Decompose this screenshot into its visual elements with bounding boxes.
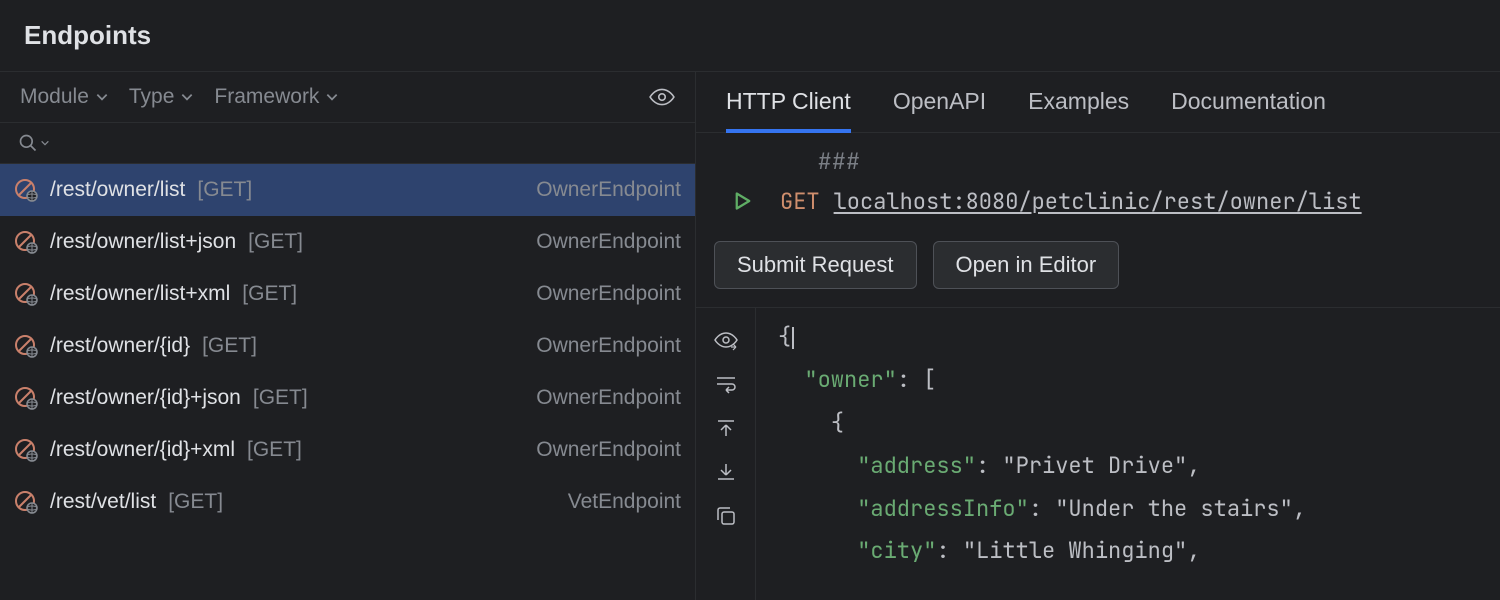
- detail-panel: HTTP ClientOpenAPIExamplesDocumentation …: [696, 72, 1500, 600]
- endpoint-row[interactable]: /rest/owner/list+xml [GET] OwnerEndpoint: [0, 268, 695, 320]
- titlebar: Endpoints: [0, 0, 1500, 72]
- submit-request-button[interactable]: Submit Request: [714, 241, 917, 289]
- eye-icon: [649, 84, 675, 110]
- tab-documentation[interactable]: Documentation: [1171, 88, 1326, 132]
- open-in-editor-button[interactable]: Open in Editor: [933, 241, 1120, 289]
- endpoint-icon: [14, 282, 38, 306]
- response-area: { "owner": [ { "address": "Privet Drive"…: [696, 307, 1500, 600]
- search-bar[interactable]: [0, 123, 695, 164]
- endpoint-icon: [14, 178, 38, 202]
- request-line[interactable]: GET localhost:8080/petclinic/rest/owner/…: [696, 181, 1500, 221]
- endpoint-row[interactable]: /rest/owner/list [GET] OwnerEndpoint: [0, 164, 695, 216]
- endpoint-method: [GET]: [253, 386, 308, 410]
- endpoint-method: [GET]: [168, 490, 223, 514]
- endpoint-icon: [14, 230, 38, 254]
- chevron-down-icon: [325, 90, 339, 104]
- endpoint-path: /rest/owner/{id}+json: [50, 386, 241, 410]
- endpoint-path: /rest/vet/list: [50, 490, 156, 514]
- endpoint-handler: OwnerEndpoint: [536, 282, 681, 306]
- endpoint-handler: OwnerEndpoint: [536, 230, 681, 254]
- copy-button[interactable]: [714, 504, 738, 528]
- soft-wrap-button[interactable]: [714, 372, 738, 396]
- chevron-down-icon: [180, 90, 194, 104]
- endpoint-handler: OwnerEndpoint: [536, 438, 681, 462]
- endpoint-row[interactable]: /rest/vet/list [GET] VetEndpoint: [0, 476, 695, 528]
- wrap-icon: [714, 372, 738, 396]
- response-body[interactable]: { "owner": [ { "address": "Privet Drive"…: [756, 308, 1500, 600]
- filter-module[interactable]: Module: [20, 85, 109, 109]
- endpoint-row[interactable]: /rest/owner/{id}+json [GET] OwnerEndpoin…: [0, 372, 695, 424]
- filter-framework[interactable]: Framework: [214, 85, 339, 109]
- view-options-button[interactable]: [649, 84, 675, 110]
- endpoint-method: [GET]: [247, 438, 302, 462]
- scroll-top-icon: [714, 416, 738, 440]
- scroll-bottom-icon: [714, 460, 738, 484]
- tab-http-client[interactable]: HTTP Client: [726, 88, 851, 133]
- endpoints-panel: Module Type Framework /rest/owner/l: [0, 72, 696, 600]
- scroll-to-bottom-button[interactable]: [714, 460, 738, 484]
- play-icon: [733, 191, 753, 211]
- filter-type-label: Type: [129, 85, 175, 109]
- eye-icon: [714, 328, 738, 352]
- endpoint-icon: [14, 386, 38, 410]
- endpoints-list: /rest/owner/list [GET] OwnerEndpoint /re…: [0, 164, 695, 600]
- endpoint-icon: [14, 334, 38, 358]
- filter-bar: Module Type Framework: [0, 72, 695, 123]
- response-gutter: [696, 308, 756, 600]
- endpoint-icon: [14, 490, 38, 514]
- filter-type[interactable]: Type: [129, 85, 195, 109]
- chevron-down-icon: [95, 90, 109, 104]
- http-url: localhost:8080/petclinic/rest/owner/list: [834, 187, 1362, 216]
- filter-framework-label: Framework: [214, 85, 319, 109]
- endpoint-handler: VetEndpoint: [568, 490, 681, 514]
- endpoint-handler: OwnerEndpoint: [536, 178, 681, 202]
- endpoint-row[interactable]: /rest/owner/{id} [GET] OwnerEndpoint: [0, 320, 695, 372]
- endpoint-handler: OwnerEndpoint: [536, 334, 681, 358]
- action-buttons: Submit Request Open in Editor: [696, 221, 1500, 307]
- tab-openapi[interactable]: OpenAPI: [893, 88, 986, 132]
- copy-icon: [714, 504, 738, 528]
- endpoint-method: [GET]: [197, 178, 252, 202]
- endpoint-path: /rest/owner/{id}+xml: [50, 438, 235, 462]
- request-separator: ###: [768, 147, 861, 176]
- endpoint-method: [GET]: [202, 334, 257, 358]
- filter-module-label: Module: [20, 85, 89, 109]
- endpoint-row[interactable]: /rest/owner/{id}+xml [GET] OwnerEndpoint: [0, 424, 695, 476]
- detail-tabs: HTTP Client OpenAPI Examples Documentation: [696, 72, 1500, 133]
- tab-examples[interactable]: Examples: [1028, 88, 1129, 132]
- chevron-down-icon: [40, 138, 50, 148]
- endpoint-path: /rest/owner/list: [50, 178, 185, 202]
- view-mode-button[interactable]: [714, 328, 738, 352]
- endpoint-icon: [14, 438, 38, 462]
- endpoint-path: /rest/owner/list+json: [50, 230, 236, 254]
- endpoint-path: /rest/owner/{id}: [50, 334, 190, 358]
- request-separator-line: ###: [696, 141, 1500, 181]
- endpoint-path: /rest/owner/list+xml: [50, 282, 230, 306]
- run-request-button[interactable]: [732, 191, 754, 211]
- endpoint-handler: OwnerEndpoint: [536, 386, 681, 410]
- endpoint-method: [GET]: [248, 230, 303, 254]
- request-editor: ### GET localhost:8080/petclinic/rest/ow…: [696, 133, 1500, 221]
- endpoint-row[interactable]: /rest/owner/list+json [GET] OwnerEndpoin…: [0, 216, 695, 268]
- scroll-to-top-button[interactable]: [714, 416, 738, 440]
- main-split: Module Type Framework /rest/owner/l: [0, 72, 1500, 600]
- panel-title: Endpoints: [24, 20, 1476, 51]
- search-icon: [18, 133, 38, 153]
- endpoint-method: [GET]: [242, 282, 297, 306]
- http-method: GET: [768, 187, 820, 216]
